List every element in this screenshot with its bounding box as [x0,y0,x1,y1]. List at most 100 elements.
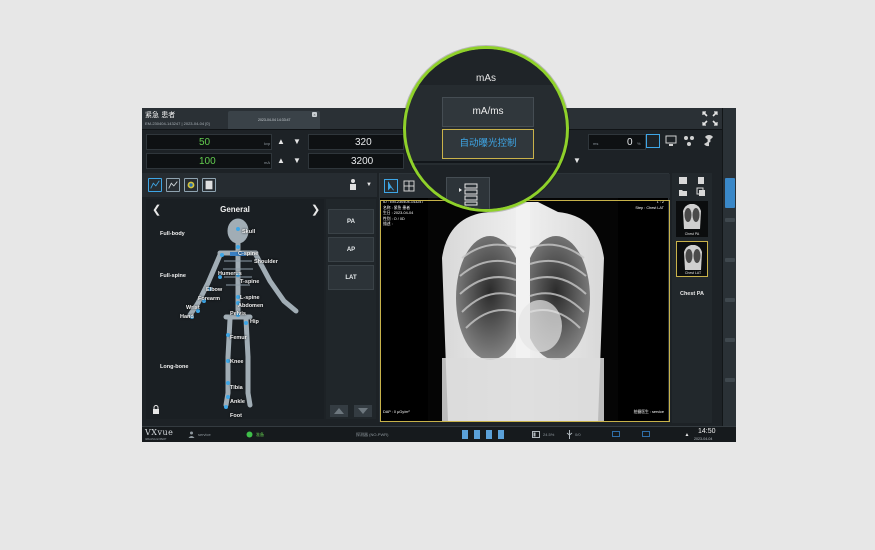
ms-value: 3200 [351,156,374,167]
close-tab-icon[interactable]: × [312,112,317,117]
add-image-icon[interactable] [678,175,688,185]
dose-unit-label: ms [593,141,599,146]
study-tab[interactable]: 2023-04-04 14:33:47 × [228,111,320,129]
protocol-ap[interactable]: AP [328,237,374,262]
mag-divider [406,161,566,163]
aec-field-icon[interactable] [646,134,660,148]
detector-slots-icon[interactable] [460,429,532,440]
kvp-down-button[interactable]: ▼ [290,135,304,149]
part-shoulder[interactable]: Shoulder [254,259,278,265]
ready-status-icon [246,431,253,438]
kvp-up-button[interactable]: ▲ [274,135,288,149]
ready-status: 准备 [256,432,264,437]
region-full-body[interactable]: Full-body [160,231,185,237]
part-hand[interactable]: Hand [180,314,194,320]
dose-display: ms 0 % [588,134,646,150]
part-humerus[interactable]: Humerus [218,271,242,277]
sidebar-tab-6[interactable] [725,378,735,382]
dose-value: 0 [627,137,633,148]
left-toolbar: ▼ [142,173,377,197]
thumbnail-image [683,204,701,229]
folder-icon[interactable] [678,187,688,197]
mag-mas-button[interactable]: mAs [406,49,566,85]
ms-down-button[interactable]: ▼ [570,154,584,168]
usb-count: 0/0 [575,432,581,437]
part-l-spine[interactable]: L-spine [240,295,260,301]
region-long-bone[interactable]: Long-bone [160,364,188,370]
study-tab-label: 2023-04-04 14:33:47 [258,118,291,122]
brand-logo: VXvue [145,428,174,437]
lock-icon[interactable] [152,405,160,414]
sidebar-tab-4[interactable] [725,298,735,302]
part-pelvis[interactable]: Pelvis [230,311,246,317]
histogram-tool-icon[interactable] [166,178,180,192]
scroll-down-icon[interactable] [354,405,372,417]
image-viewer[interactable]: ID : EM-230404-143247 名称 : 紧急 患者 生日 : 20… [379,173,670,422]
person-position-icon[interactable] [346,178,360,192]
step-overlay: 1 : 2 Step : Chest LAT [635,200,664,211]
monitor-icon[interactable] [664,134,678,148]
part-foot[interactable]: Foot [230,413,242,419]
copy-icon[interactable] [696,187,706,197]
sidebar-tab-3[interactable] [725,258,735,262]
next-category-icon[interactable]: ❯ [311,203,320,216]
part-abdomen[interactable]: Abdomen [238,303,263,309]
thumbnail-caption: Chest LAT [684,271,702,275]
detector-status: 探测器 (NO-PWR) [356,432,389,437]
protocol-pa[interactable]: PA [328,209,374,234]
operator-overlay: 拍摄医生 : service [633,410,664,414]
part-wrist[interactable]: Wrist [186,305,200,311]
usb-icon [566,430,573,439]
radiation-icon[interactable] [702,134,716,148]
part-tibia[interactable]: Tibia [230,385,243,391]
book-tool-icon[interactable] [202,178,216,192]
curve-tool-icon[interactable] [148,178,162,192]
part-hip[interactable]: Hip [250,319,259,325]
part-c-spine[interactable]: C-spine [238,251,258,257]
network-icon [642,431,650,437]
part-ankle[interactable]: Ankle [230,399,245,405]
anatomy-category-title: General [220,205,250,214]
overlay-description: 描述 : [383,222,393,226]
ma-value: 100 [199,156,216,167]
battery-level: 24.5% [543,432,555,437]
part-t-spine[interactable]: T-spine [240,279,259,285]
delete-image-icon[interactable] [696,175,706,185]
dose-unit: % [637,141,641,146]
chest-xray-image [428,198,618,422]
sidebar-tab-active[interactable] [725,178,735,208]
mag-mams-button[interactable]: mA/ms [442,97,534,127]
collimator-icon[interactable] [682,134,696,148]
thumbnail-image [684,245,702,270]
thumbnail-chest-lat[interactable]: Chest LAT [676,241,708,277]
part-forearm[interactable]: Forearm [198,296,220,302]
exit-fullscreen-icon[interactable] [700,109,720,128]
part-knee[interactable]: Knee [230,359,243,365]
thumbnail-chest-pa[interactable]: Chest PA [676,201,708,237]
aec-control-button[interactable]: 自动曝光控制 [442,129,534,159]
ma-unit: mA [264,160,270,165]
sidebar-tab-2[interactable] [725,218,735,222]
send-button[interactable]: 发送 [446,177,490,209]
expand-up-icon[interactable]: ▲ [682,428,692,442]
patient-info: EM-230404-143247 | 2023-04-04 [0] [145,121,210,126]
anatomy-panel: ❮ General ❯ Full-body Full-spine Long-bo… [146,199,324,419]
ma-down-button[interactable]: ▼ [290,154,304,168]
send-list-icon [459,183,478,206]
kvp-unit: kvp [264,141,271,146]
pointer-tool-icon[interactable] [384,179,398,193]
clock-date: 2023-04-04 [694,437,713,441]
region-full-spine[interactable]: Full-spine [160,273,186,279]
kvp-value: 50 [199,137,211,148]
scroll-up-icon[interactable] [330,405,348,417]
part-skull[interactable]: Skull [242,229,255,235]
right-sidebar [722,108,736,442]
ma-up-button[interactable]: ▲ [274,154,288,168]
protocol-lat[interactable]: LAT [328,265,374,290]
color-tool-icon[interactable] [184,178,198,192]
magnifier-callout: mAs mA/ms 自动曝光控制 发送 [403,46,569,212]
part-elbow[interactable]: Elbow [206,287,222,293]
part-femur[interactable]: Femur [230,335,247,341]
position-dropdown-icon[interactable]: ▼ [362,178,376,192]
sidebar-tab-5[interactable] [725,338,735,342]
